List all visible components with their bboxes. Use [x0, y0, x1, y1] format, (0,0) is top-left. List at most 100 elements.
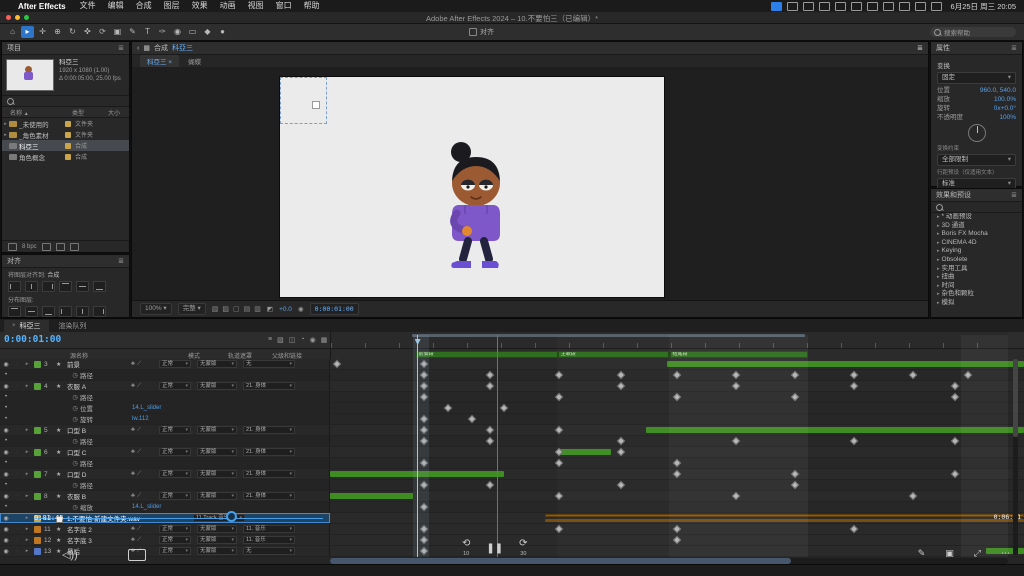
- distribute-top-button[interactable]: [8, 306, 21, 317]
- grid-icon[interactable]: ▦: [143, 44, 150, 52]
- stopwatch-icon[interactable]: ◷: [70, 372, 80, 379]
- keyframe-icon[interactable]: [964, 371, 972, 379]
- keyframe-icon[interactable]: [850, 525, 858, 533]
- clock-icon[interactable]: [819, 2, 830, 11]
- battery-icon[interactable]: [931, 2, 942, 11]
- draft-3d-icon[interactable]: ▧: [277, 336, 284, 344]
- text-tool-icon[interactable]: T: [141, 26, 154, 38]
- track-lane[interactable]: [330, 370, 1024, 380]
- keyframe-icon[interactable]: [950, 382, 958, 390]
- layer-duration-bar[interactable]: [667, 361, 1024, 367]
- track-lane[interactable]: [330, 436, 1024, 446]
- track-matte-dropdown[interactable]: 无蒙版▾: [197, 448, 237, 456]
- layer-row-left[interactable]: •◷路径: [0, 370, 330, 380]
- info-icon[interactable]: [867, 2, 878, 11]
- keyframe-icon[interactable]: [791, 481, 799, 489]
- stopwatch-icon[interactable]: ◷: [70, 405, 80, 412]
- property-name[interactable]: 路径: [80, 480, 132, 490]
- track-lane[interactable]: [330, 392, 1024, 402]
- pencil-icon[interactable]: ✎: [918, 548, 926, 559]
- layer-switches[interactable]: ♣⟋: [131, 537, 157, 544]
- effect-category[interactable]: ▸* 动画预设: [931, 213, 1022, 222]
- project-search-row[interactable]: [2, 95, 129, 107]
- distribute-center-v-button[interactable]: [25, 306, 38, 317]
- twirl-icon[interactable]: ▸: [937, 214, 940, 220]
- label-color-chip[interactable]: [34, 449, 41, 456]
- track-lane[interactable]: [330, 403, 1024, 413]
- blend-mode-dropdown[interactable]: 正常▾: [159, 470, 191, 478]
- keyframe-icon[interactable]: [468, 415, 476, 423]
- menu-帮助[interactable]: 帮助: [298, 0, 326, 12]
- property-value[interactable]: 100.0%: [994, 95, 1016, 104]
- keyframe-icon[interactable]: [419, 382, 427, 390]
- keyframe-icon[interactable]: [555, 426, 563, 434]
- comp-marker[interactable]: 前奏段: [416, 351, 558, 358]
- keyframe-icon[interactable]: [419, 459, 427, 467]
- menu-视图[interactable]: 视图: [242, 0, 270, 12]
- hide-property-icon[interactable]: •: [0, 394, 12, 400]
- distribute-left-button[interactable]: [59, 306, 72, 317]
- solo-icon[interactable]: ·: [12, 515, 22, 521]
- work-area-bar[interactable]: [412, 334, 805, 337]
- twirl-icon[interactable]: ▸: [22, 493, 32, 499]
- twirl-icon[interactable]: ▸: [937, 300, 940, 305]
- skip-back-button[interactable]: ⟲10: [462, 539, 470, 559]
- menubar-clock[interactable]: 6月25日 周三 20:05: [951, 1, 1016, 12]
- eye-icon[interactable]: ◉: [0, 515, 12, 522]
- keyframe-icon[interactable]: [617, 371, 625, 379]
- track-lane[interactable]: [330, 381, 1024, 391]
- hide-property-icon[interactable]: •: [0, 405, 12, 411]
- track-lane[interactable]: [330, 502, 1024, 512]
- layer-switches[interactable]: ♣⟋: [131, 493, 157, 500]
- align-to-value[interactable]: 合成: [47, 273, 59, 279]
- property-row[interactable]: •◷旋转lw.112: [0, 414, 1024, 425]
- track-lane[interactable]: [330, 469, 1024, 479]
- rotation-dial[interactable]: [968, 124, 986, 142]
- brush-tool-icon[interactable]: ✑: [156, 26, 169, 38]
- keyframe-icon[interactable]: [909, 492, 917, 500]
- hide-property-icon[interactable]: •: [0, 438, 12, 444]
- graph-editor-icon[interactable]: ▦: [321, 336, 328, 344]
- screen-recording-icon[interactable]: [771, 2, 782, 11]
- label-color-chip[interactable]: [34, 493, 41, 500]
- effect-category[interactable]: ▸3D 通道: [931, 222, 1022, 231]
- parent-link-dropdown[interactable]: 21. 身体▾: [243, 382, 295, 390]
- hide-property-icon[interactable]: •: [0, 460, 12, 466]
- blend-mode-dropdown[interactable]: 正常▾: [159, 525, 191, 533]
- audio-level-line[interactable]: [34, 518, 323, 519]
- align-bottom-button[interactable]: [93, 281, 106, 292]
- align-left-button[interactable]: [8, 281, 21, 292]
- layer-row-left[interactable]: •◷路径: [0, 458, 330, 468]
- stopwatch-icon[interactable]: ◷: [70, 394, 80, 401]
- keyframe-icon[interactable]: [673, 459, 681, 467]
- hide-property-icon[interactable]: •: [0, 372, 12, 378]
- more-menu-icon[interactable]: ⋯: [1001, 548, 1010, 559]
- search-icon[interactable]: [899, 2, 910, 11]
- layer-row-left[interactable]: ◉·▸5★口型 B♣⟋正常▾无蒙版▾21. 身体▾: [0, 425, 330, 435]
- pan-camera-tool-icon[interactable]: ✜: [81, 26, 94, 38]
- transparency-grid-icon[interactable]: ▨: [222, 305, 229, 313]
- menu-文件[interactable]: 文件: [74, 0, 102, 12]
- layer-row-left[interactable]: •◷路径: [0, 480, 330, 490]
- layer-row-left[interactable]: ◉·▸6★口型 C♣⟋正常▾无蒙版▾21. 身体▾: [0, 447, 330, 457]
- rulers-icon[interactable]: ▥: [254, 305, 261, 313]
- panel-menu-icon[interactable]: ≣: [1011, 44, 1017, 52]
- parent-link-dropdown[interactable]: 11. 音乐▾: [243, 525, 295, 533]
- property-name[interactable]: 路径: [80, 392, 132, 402]
- layer-row[interactable]: ◉·▸7★口型 D♣⟋正常▾无蒙版▾21. 身体▾: [0, 469, 1024, 480]
- property-row[interactable]: •◷位置14.L_slider: [0, 403, 1024, 414]
- menu-窗口[interactable]: 窗口: [270, 0, 298, 12]
- keyframe-icon[interactable]: [419, 525, 427, 533]
- keyframe-icon[interactable]: [950, 393, 958, 401]
- keyframe-icon[interactable]: [419, 437, 427, 445]
- panel-menu-icon[interactable]: ≣: [118, 257, 124, 265]
- track-lane[interactable]: [330, 535, 1024, 545]
- stopwatch-icon[interactable]: ◷: [70, 416, 80, 423]
- twirl-icon[interactable]: ▸: [937, 283, 940, 289]
- distribute-bottom-button[interactable]: [42, 306, 55, 317]
- property-row[interactable]: • ◷路径: [0, 392, 1024, 403]
- project-bit-depth[interactable]: 8 bpc: [22, 244, 37, 250]
- layer-row[interactable]: ◉·▸5★口型 B♣⟋正常▾无蒙版▾21. 身体▾: [0, 425, 1024, 436]
- keyframe-icon[interactable]: [617, 437, 625, 445]
- zoom-tool-icon[interactable]: ⊕: [51, 26, 64, 38]
